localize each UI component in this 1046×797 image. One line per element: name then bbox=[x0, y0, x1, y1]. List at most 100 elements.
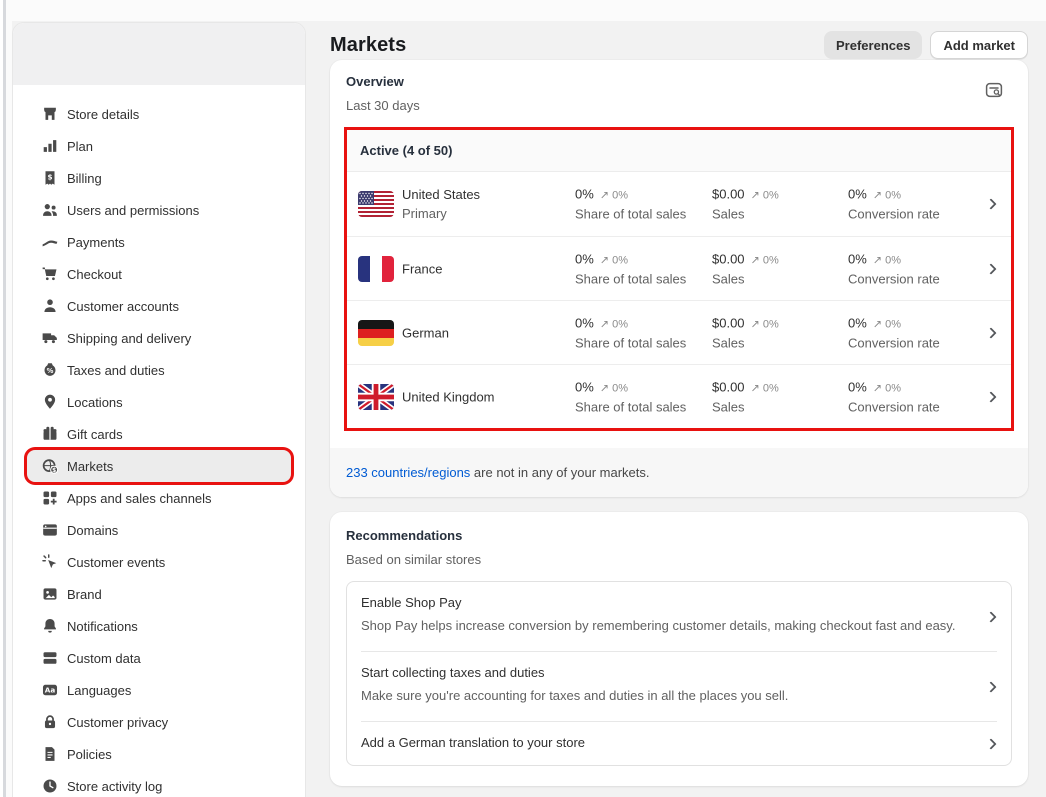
users-icon bbox=[41, 201, 59, 219]
sidebar-item-customer-privacy[interactable]: Customer privacy bbox=[27, 706, 291, 738]
gift-cards-icon bbox=[41, 425, 59, 443]
sidebar-item-label: Brand bbox=[67, 587, 102, 602]
market-name-block: France bbox=[402, 261, 442, 276]
market-row-list: United States Primary 0%↗ 0% Share of to… bbox=[347, 172, 1011, 428]
svg-text:%: % bbox=[47, 367, 54, 375]
sidebar-item-label: Billing bbox=[67, 171, 102, 186]
sidebar-item-payments[interactable]: Payments bbox=[27, 226, 291, 258]
sidebar-item-custom-data[interactable]: Custom data bbox=[27, 642, 291, 674]
plan-icon bbox=[41, 137, 59, 155]
overview-card: Overview Last 30 days Active (4 of 50) U… bbox=[330, 60, 1028, 497]
sidebar-item-store-details[interactable]: Store details bbox=[27, 98, 291, 130]
sidebar-item-shipping-and-delivery[interactable]: Shipping and delivery bbox=[27, 322, 291, 354]
chevron-right-icon[interactable] bbox=[985, 263, 996, 274]
overview-subtitle: Last 30 days bbox=[346, 98, 1012, 113]
sidebar-item-domains[interactable]: Domains bbox=[27, 514, 291, 546]
sidebar-item-label: Languages bbox=[67, 683, 131, 698]
share-of-total-sales-stat: 0%↗ 0% Share of total sales bbox=[575, 187, 710, 222]
sidebar-item-gift-cards[interactable]: Gift cards bbox=[27, 418, 291, 450]
notifications-icon bbox=[41, 617, 59, 635]
sidebar-item-billing[interactable]: $ Billing bbox=[27, 162, 291, 194]
header-actions: Preferences Add market bbox=[824, 31, 1028, 59]
chevron-right-icon[interactable] bbox=[985, 198, 996, 209]
market-name: United Kingdom bbox=[402, 389, 495, 404]
sidebar-item-checkout[interactable]: Checkout bbox=[27, 258, 291, 290]
store-icon bbox=[41, 105, 59, 123]
recommendations-subtitle: Based on similar stores bbox=[346, 552, 1012, 567]
conversion-rate-stat: 0%↗ 0% Conversion rate bbox=[848, 187, 983, 222]
sidebar-item-label: Customer privacy bbox=[67, 715, 168, 730]
custom-data-icon bbox=[41, 649, 59, 667]
flag-icon-fr bbox=[358, 256, 394, 282]
share-of-total-sales-stat: 0%↗ 0% Share of total sales bbox=[575, 379, 710, 414]
sidebar-item-label: Users and permissions bbox=[67, 203, 199, 218]
sidebar-item-users-and-permissions[interactable]: Users and permissions bbox=[27, 194, 291, 226]
sidebar-item-customer-accounts[interactable]: Customer accounts bbox=[27, 290, 291, 322]
sidebar-item-notifications[interactable]: Notifications bbox=[27, 610, 291, 642]
sidebar-item-label: Markets bbox=[67, 459, 113, 474]
chevron-right-icon[interactable] bbox=[985, 391, 996, 402]
market-name-block: German bbox=[402, 325, 449, 340]
conversion-rate-stat: 0%↗ 0% Conversion rate bbox=[848, 315, 983, 350]
market-row-france[interactable]: France 0%↗ 0% Share of total sales $0.00… bbox=[347, 236, 1011, 300]
taxes-icon: % bbox=[41, 361, 59, 379]
share-of-total-sales-stat: 0%↗ 0% Share of total sales bbox=[575, 315, 710, 350]
sidebar-item-label: Gift cards bbox=[67, 427, 123, 442]
recommendation-item-add-a-german-translation-to-your-store[interactable]: Add a German translation to your store bbox=[347, 722, 1011, 765]
sidebar-item-label: Notifications bbox=[67, 619, 138, 634]
sidebar-item-list: Store details Plan $ Billing Users and permi… bbox=[13, 85, 305, 797]
chevron-right-icon[interactable] bbox=[985, 738, 996, 749]
policies-icon bbox=[41, 745, 59, 763]
chevron-right-icon[interactable] bbox=[985, 681, 996, 692]
add-market-button[interactable]: Add market bbox=[930, 31, 1028, 59]
sidebar-item-brand[interactable]: Brand bbox=[27, 578, 291, 610]
market-name-block: United States Primary bbox=[402, 187, 480, 221]
svg-text:$: $ bbox=[47, 172, 52, 181]
sidebar-item-languages[interactable]: Aa Languages bbox=[27, 674, 291, 706]
sidebar-item-label: Payments bbox=[67, 235, 125, 250]
recommendation-description: Shop Pay helps increase conversion by re… bbox=[361, 616, 971, 636]
sidebar-item-store-activity-log[interactable]: Store activity log bbox=[27, 770, 291, 797]
active-markets-section-title: Active (4 of 50) bbox=[347, 130, 1011, 172]
sidebar-item-markets[interactable]: $Markets bbox=[27, 450, 291, 482]
sidebar-item-plan[interactable]: Plan bbox=[27, 130, 291, 162]
sidebar-item-locations[interactable]: Locations bbox=[27, 386, 291, 418]
sidebar-item-customer-events[interactable]: Customer events bbox=[27, 546, 291, 578]
conversion-rate-stat: 0%↗ 0% Conversion rate bbox=[848, 251, 983, 286]
settings-sidebar: Store details Plan $ Billing Users and permi… bbox=[12, 22, 306, 797]
sales-stat: $0.00↗ 0% Sales bbox=[712, 315, 847, 350]
market-name: France bbox=[402, 261, 442, 276]
annotation-active-section: Active (4 of 50) United States Primary 0… bbox=[344, 127, 1014, 431]
customer-privacy-icon bbox=[41, 713, 59, 731]
page-title: Markets bbox=[330, 34, 406, 57]
sidebar-item-label: Customer accounts bbox=[67, 299, 179, 314]
domains-icon bbox=[41, 521, 59, 539]
recommendation-description: Make sure you're accounting for taxes an… bbox=[361, 686, 971, 706]
svg-text:Aa: Aa bbox=[45, 686, 56, 695]
sidebar-item-label: Taxes and duties bbox=[67, 363, 165, 378]
sidebar-item-label: Plan bbox=[67, 139, 93, 154]
market-subtitle: Primary bbox=[402, 206, 480, 221]
market-name: United States bbox=[402, 187, 480, 202]
chevron-right-icon[interactable] bbox=[985, 327, 996, 338]
chevron-right-icon[interactable] bbox=[985, 611, 996, 622]
recommendation-item-enable-shop-pay[interactable]: Enable Shop PayShop Pay helps increase c… bbox=[347, 582, 1011, 651]
report-search-icon[interactable] bbox=[984, 80, 1004, 100]
customer-accounts-icon bbox=[41, 297, 59, 315]
sidebar-item-policies[interactable]: Policies bbox=[27, 738, 291, 770]
recommendation-item-start-collecting-taxes-and-duties[interactable]: Start collecting taxes and dutiesMake su… bbox=[347, 652, 1011, 721]
sidebar-item-taxes-and-duties[interactable]: % Taxes and duties bbox=[27, 354, 291, 386]
market-row-united-kingdom[interactable]: United Kingdom 0%↗ 0% Share of total sal… bbox=[347, 364, 1011, 428]
countries-regions-link[interactable]: 233 countries/regions bbox=[346, 465, 470, 480]
apps-icon bbox=[41, 489, 59, 507]
flag-icon-uk bbox=[358, 384, 394, 410]
share-of-total-sales-stat: 0%↗ 0% Share of total sales bbox=[575, 251, 710, 286]
market-row-german[interactable]: German 0%↗ 0% Share of total sales $0.00… bbox=[347, 300, 1011, 364]
market-row-united-states[interactable]: United States Primary 0%↗ 0% Share of to… bbox=[347, 172, 1011, 236]
sidebar-item-apps-and-sales-channels[interactable]: Apps and sales channels bbox=[27, 482, 291, 514]
flag-icon-us bbox=[358, 191, 394, 217]
sales-stat: $0.00↗ 0% Sales bbox=[712, 251, 847, 286]
store-activity-icon bbox=[41, 777, 59, 795]
preferences-button[interactable]: Preferences bbox=[824, 31, 922, 59]
flag-icon-de bbox=[358, 320, 394, 346]
